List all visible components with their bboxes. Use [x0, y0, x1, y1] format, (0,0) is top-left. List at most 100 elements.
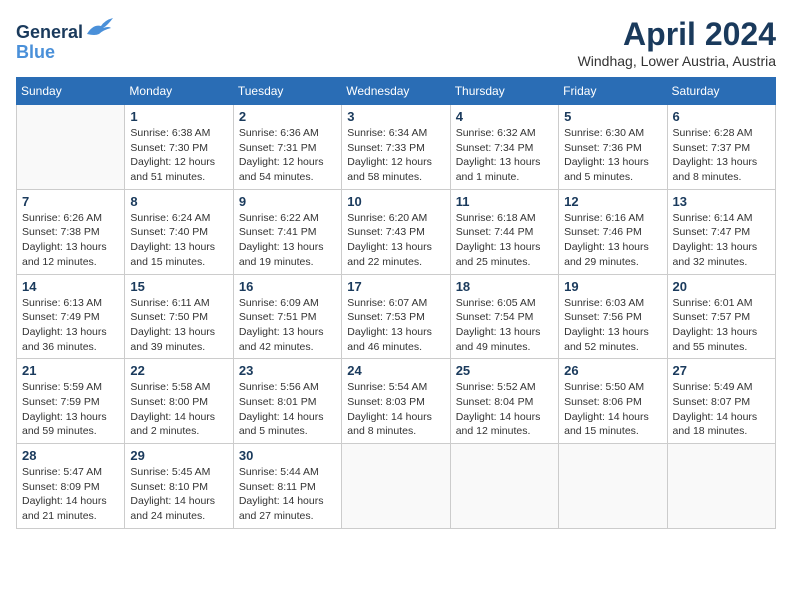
calendar-cell: 23 Sunrise: 5:56 AMSunset: 8:01 PMDayligh…	[233, 359, 341, 444]
logo-blue-text: Blue	[16, 43, 113, 63]
day-info: Sunrise: 5:59 AMSunset: 7:59 PMDaylight:…	[22, 380, 119, 439]
weekday-header-friday: Friday	[559, 78, 667, 105]
day-number: 23	[239, 363, 336, 378]
calendar-cell: 21 Sunrise: 5:59 AMSunset: 7:59 PMDayligh…	[17, 359, 125, 444]
day-number: 6	[673, 109, 770, 124]
calendar-cell: 6 Sunrise: 6:28 AMSunset: 7:37 PMDaylight…	[667, 105, 775, 190]
day-info: Sunrise: 6:36 AMSunset: 7:31 PMDaylight:…	[239, 126, 336, 185]
day-info: Sunrise: 6:24 AMSunset: 7:40 PMDaylight:…	[130, 211, 227, 270]
day-info: Sunrise: 6:03 AMSunset: 7:56 PMDaylight:…	[564, 296, 661, 355]
day-number: 12	[564, 194, 661, 209]
day-number: 15	[130, 279, 227, 294]
logo-bird-icon	[85, 16, 113, 38]
day-info: Sunrise: 6:34 AMSunset: 7:33 PMDaylight:…	[347, 126, 444, 185]
day-number: 2	[239, 109, 336, 124]
calendar-week-row: 7 Sunrise: 6:26 AMSunset: 7:38 PMDaylight…	[17, 189, 776, 274]
page-header: General Blue April 2024 Windhag, Lower A…	[16, 16, 776, 69]
calendar-cell	[17, 105, 125, 190]
calendar-cell: 13 Sunrise: 6:14 AMSunset: 7:47 PMDayligh…	[667, 189, 775, 274]
location: Windhag, Lower Austria, Austria	[578, 53, 776, 69]
weekday-header-tuesday: Tuesday	[233, 78, 341, 105]
day-number: 24	[347, 363, 444, 378]
calendar-cell: 1 Sunrise: 6:38 AMSunset: 7:30 PMDaylight…	[125, 105, 233, 190]
day-number: 16	[239, 279, 336, 294]
day-number: 8	[130, 194, 227, 209]
day-info: Sunrise: 6:14 AMSunset: 7:47 PMDaylight:…	[673, 211, 770, 270]
calendar-week-row: 28 Sunrise: 5:47 AMSunset: 8:09 PMDayligh…	[17, 444, 776, 529]
day-number: 29	[130, 448, 227, 463]
calendar-cell	[559, 444, 667, 529]
weekday-header-thursday: Thursday	[450, 78, 558, 105]
calendar-cell: 27Sunrise: 5:49 AMSunset: 8:07 PMDayligh…	[667, 359, 775, 444]
day-info: Sunrise: 6:28 AMSunset: 7:37 PMDaylight:…	[673, 126, 770, 185]
calendar-cell: 18 Sunrise: 6:05 AMSunset: 7:54 PMDayligh…	[450, 274, 558, 359]
day-number: 14	[22, 279, 119, 294]
calendar-cell: 4Sunrise: 6:32 AMSunset: 7:34 PMDaylight…	[450, 105, 558, 190]
day-number: 28	[22, 448, 119, 463]
calendar-week-row: 14Sunrise: 6:13 AMSunset: 7:49 PMDayligh…	[17, 274, 776, 359]
day-number: 7	[22, 194, 119, 209]
calendar-cell	[667, 444, 775, 529]
calendar-table: SundayMondayTuesdayWednesdayThursdayFrid…	[16, 77, 776, 529]
day-info: Sunrise: 5:56 AMSunset: 8:01 PMDaylight:…	[239, 380, 336, 439]
calendar-cell: 19 Sunrise: 6:03 AMSunset: 7:56 PMDayligh…	[559, 274, 667, 359]
day-number: 13	[673, 194, 770, 209]
day-number: 11	[456, 194, 553, 209]
day-info: Sunrise: 5:54 AMSunset: 8:03 PMDaylight:…	[347, 380, 444, 439]
day-number: 19	[564, 279, 661, 294]
calendar-cell: 25 Sunrise: 5:52 AMSunset: 8:04 PMDayligh…	[450, 359, 558, 444]
day-info: Sunrise: 6:18 AMSunset: 7:44 PMDaylight:…	[456, 211, 553, 270]
day-number: 21	[22, 363, 119, 378]
calendar-cell: 2 Sunrise: 6:36 AMSunset: 7:31 PMDaylight…	[233, 105, 341, 190]
day-info: Sunrise: 6:16 AMSunset: 7:46 PMDaylight:…	[564, 211, 661, 270]
title-block: April 2024 Windhag, Lower Austria, Austr…	[578, 16, 776, 69]
day-number: 22	[130, 363, 227, 378]
day-info: Sunrise: 5:47 AMSunset: 8:09 PMDaylight:…	[22, 465, 119, 524]
calendar-cell	[342, 444, 450, 529]
day-number: 18	[456, 279, 553, 294]
day-info: Sunrise: 6:20 AMSunset: 7:43 PMDaylight:…	[347, 211, 444, 270]
calendar-cell: 16 Sunrise: 6:09 AMSunset: 7:51 PMDayligh…	[233, 274, 341, 359]
day-info: Sunrise: 6:30 AMSunset: 7:36 PMDaylight:…	[564, 126, 661, 185]
calendar-cell: 8 Sunrise: 6:24 AMSunset: 7:40 PMDaylight…	[125, 189, 233, 274]
calendar-cell: 14Sunrise: 6:13 AMSunset: 7:49 PMDayligh…	[17, 274, 125, 359]
day-info: Sunrise: 5:44 AMSunset: 8:11 PMDaylight:…	[239, 465, 336, 524]
calendar-cell: 3Sunrise: 6:34 AMSunset: 7:33 PMDaylight…	[342, 105, 450, 190]
day-number: 1	[130, 109, 227, 124]
calendar-week-row: 1 Sunrise: 6:38 AMSunset: 7:30 PMDaylight…	[17, 105, 776, 190]
calendar-cell	[450, 444, 558, 529]
day-info: Sunrise: 6:22 AMSunset: 7:41 PMDaylight:…	[239, 211, 336, 270]
calendar-cell: 12 Sunrise: 6:16 AMSunset: 7:46 PMDayligh…	[559, 189, 667, 274]
day-info: Sunrise: 6:05 AMSunset: 7:54 PMDaylight:…	[456, 296, 553, 355]
calendar-header-row: SundayMondayTuesdayWednesdayThursdayFrid…	[17, 78, 776, 105]
weekday-header-wednesday: Wednesday	[342, 78, 450, 105]
day-number: 25	[456, 363, 553, 378]
day-number: 10	[347, 194, 444, 209]
day-info: Sunrise: 6:09 AMSunset: 7:51 PMDaylight:…	[239, 296, 336, 355]
calendar-cell: 15Sunrise: 6:11 AMSunset: 7:50 PMDayligh…	[125, 274, 233, 359]
day-info: Sunrise: 6:07 AMSunset: 7:53 PMDaylight:…	[347, 296, 444, 355]
day-info: Sunrise: 6:26 AMSunset: 7:38 PMDaylight:…	[22, 211, 119, 270]
day-info: Sunrise: 6:01 AMSunset: 7:57 PMDaylight:…	[673, 296, 770, 355]
day-number: 20	[673, 279, 770, 294]
calendar-week-row: 21 Sunrise: 5:59 AMSunset: 7:59 PMDayligh…	[17, 359, 776, 444]
calendar-cell: 5Sunrise: 6:30 AMSunset: 7:36 PMDaylight…	[559, 105, 667, 190]
calendar-cell: 17Sunrise: 6:07 AMSunset: 7:53 PMDayligh…	[342, 274, 450, 359]
day-info: Sunrise: 6:38 AMSunset: 7:30 PMDaylight:…	[130, 126, 227, 185]
day-info: Sunrise: 5:45 AMSunset: 8:10 PMDaylight:…	[130, 465, 227, 524]
weekday-header-monday: Monday	[125, 78, 233, 105]
calendar-cell: 28 Sunrise: 5:47 AMSunset: 8:09 PMDayligh…	[17, 444, 125, 529]
calendar-cell: 30 Sunrise: 5:44 AMSunset: 8:11 PMDayligh…	[233, 444, 341, 529]
day-number: 30	[239, 448, 336, 463]
weekday-header-sunday: Sunday	[17, 78, 125, 105]
calendar-cell: 7 Sunrise: 6:26 AMSunset: 7:38 PMDaylight…	[17, 189, 125, 274]
day-info: Sunrise: 6:32 AMSunset: 7:34 PMDaylight:…	[456, 126, 553, 185]
calendar-cell: 9Sunrise: 6:22 AMSunset: 7:41 PMDaylight…	[233, 189, 341, 274]
calendar-cell: 29 Sunrise: 5:45 AMSunset: 8:10 PMDayligh…	[125, 444, 233, 529]
logo: General Blue	[16, 16, 113, 63]
day-info: Sunrise: 5:50 AMSunset: 8:06 PMDaylight:…	[564, 380, 661, 439]
day-info: Sunrise: 5:52 AMSunset: 8:04 PMDaylight:…	[456, 380, 553, 439]
day-info: Sunrise: 5:49 AMSunset: 8:07 PMDaylight:…	[673, 380, 770, 439]
calendar-cell: 22Sunrise: 5:58 AMSunset: 8:00 PMDayligh…	[125, 359, 233, 444]
calendar-cell: 20 Sunrise: 6:01 AMSunset: 7:57 PMDayligh…	[667, 274, 775, 359]
